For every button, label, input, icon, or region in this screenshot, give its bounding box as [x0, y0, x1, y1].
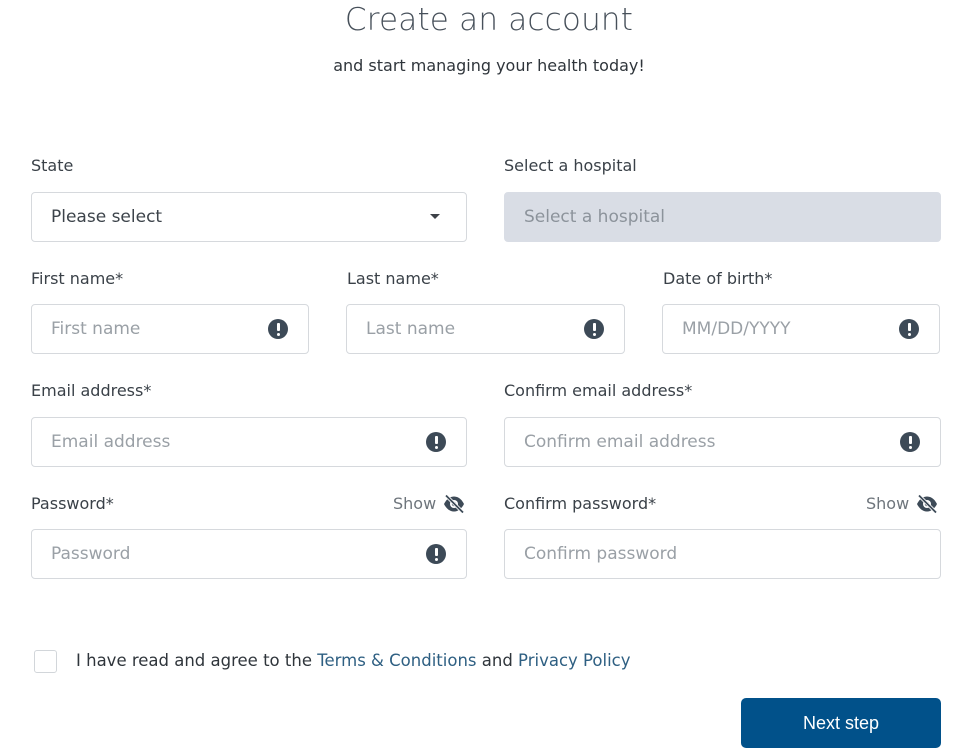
confirm-password-show-toggle[interactable]: Show [866, 493, 939, 515]
alert-icon [899, 319, 919, 339]
privacy-link[interactable]: Privacy Policy [518, 651, 630, 670]
next-step-button[interactable]: Next step [741, 698, 941, 748]
password-show-toggle[interactable]: Show [393, 493, 466, 515]
confirm-password-input[interactable]: Confirm password [504, 529, 941, 579]
dob-label: Date of birth* [663, 269, 773, 288]
eye-slash-icon [917, 494, 938, 514]
confirm-email-placeholder: Confirm email address [524, 432, 716, 452]
agree-prefix: I have read and agree to the [76, 651, 318, 670]
alert-icon [268, 319, 288, 339]
state-select[interactable]: Please select [31, 192, 467, 242]
page-subtitle: and start managing your health today! [333, 56, 645, 75]
password-show-label: Show [393, 494, 437, 513]
alert-icon [584, 319, 604, 339]
alert-icon [426, 544, 446, 564]
first-name-input[interactable]: First name [31, 304, 309, 354]
last-name-placeholder: Last name [366, 319, 456, 339]
last-name-label: Last name* [347, 269, 439, 288]
hospital-label: Select a hospital [504, 156, 637, 175]
password-label: Password* [31, 494, 114, 513]
first-name-placeholder: First name [51, 319, 141, 339]
alert-icon [426, 432, 446, 452]
email-label: Email address* [31, 381, 152, 400]
confirm-password-label: Confirm password* [504, 494, 657, 513]
hospital-select[interactable]: Select a hospital [504, 192, 941, 242]
confirm-email-label: Confirm email address* [504, 381, 693, 400]
first-name-label: First name* [31, 269, 124, 288]
password-placeholder: Password [51, 544, 131, 564]
dob-input[interactable]: MM/DD/YYYY [662, 304, 940, 354]
dob-placeholder: MM/DD/YYYY [682, 319, 791, 339]
email-placeholder: Email address [51, 432, 171, 452]
alert-icon [900, 432, 920, 452]
confirm-email-input[interactable]: Confirm email address [504, 417, 941, 467]
password-input[interactable]: Password [31, 529, 467, 579]
caret-down-icon [430, 214, 440, 219]
eye-slash-icon [444, 494, 465, 514]
agree-text: I have read and agree to the Terms & Con… [76, 650, 631, 672]
page-title: Create an account [344, 2, 634, 38]
state-label: State [31, 156, 74, 175]
email-input[interactable]: Email address [31, 417, 467, 467]
state-select-value: Please select [51, 207, 163, 227]
agree-middle: and [476, 651, 519, 670]
hospital-select-placeholder: Select a hospital [524, 207, 666, 227]
last-name-input[interactable]: Last name [346, 304, 625, 354]
terms-link[interactable]: Terms & Conditions [317, 651, 476, 670]
confirm-password-show-label: Show [866, 494, 910, 513]
agree-checkbox[interactable] [34, 650, 57, 673]
confirm-password-placeholder: Confirm password [524, 544, 678, 564]
